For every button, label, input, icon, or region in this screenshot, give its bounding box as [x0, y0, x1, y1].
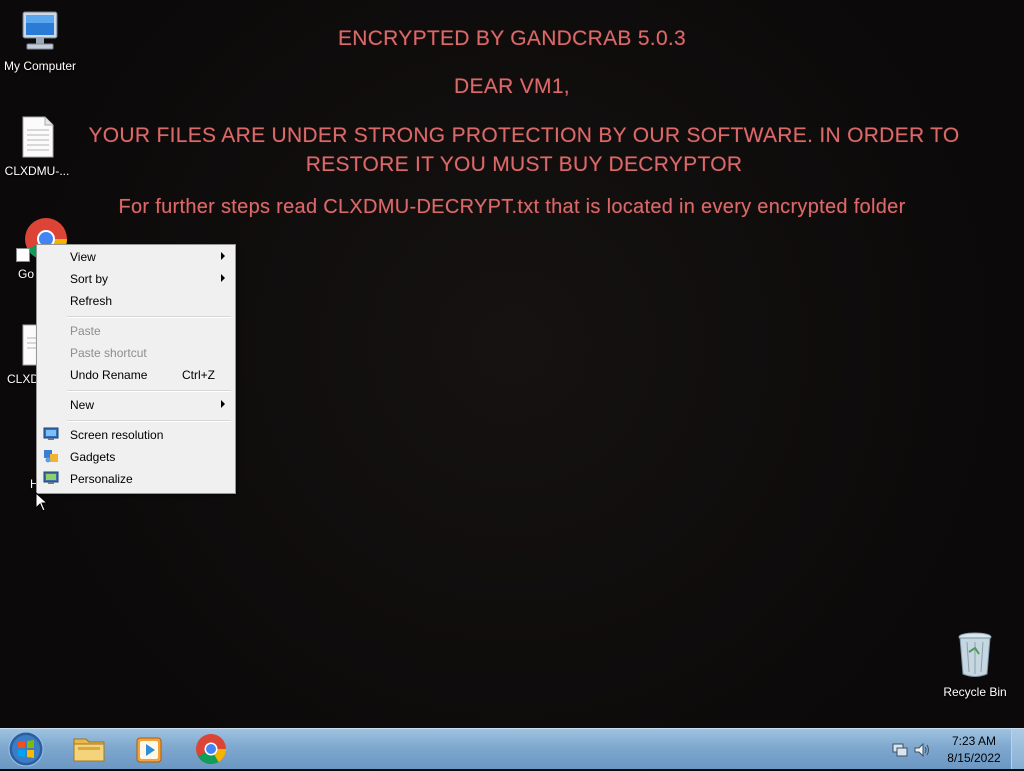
menu-item-undo-rename[interactable]: Undo Rename Ctrl+Z: [37, 364, 235, 386]
clock-date: 8/15/2022: [947, 751, 1001, 765]
taskbar: 7:23 AM 8/15/2022: [0, 728, 1024, 769]
menu-item-paste-shortcut[interactable]: Paste shortcut: [37, 342, 235, 364]
menu-item-new[interactable]: New: [37, 394, 235, 416]
chrome-icon: [196, 734, 226, 765]
start-button[interactable]: [6, 730, 46, 768]
submenu-arrow-icon: [221, 274, 225, 282]
taskbar-media-player-button[interactable]: [124, 731, 174, 767]
windows-explorer-icon: [73, 738, 105, 762]
menu-item-screen-resolution[interactable]: Screen resolution: [37, 424, 235, 446]
desktop-context-menu: View Sort by Refresh Paste Paste shortcu…: [36, 244, 236, 494]
submenu-arrow-icon: [221, 252, 225, 260]
menu-item-gadgets[interactable]: Gadgets: [37, 446, 235, 468]
network-icon[interactable]: [891, 741, 909, 759]
gadgets-icon: [44, 450, 58, 463]
recycle-bin-label: Recycle Bin: [943, 685, 1007, 699]
ransom-greeting: DEAR VM1,: [454, 75, 570, 98]
ransom-instructions: For further steps read CLXDMU-DECRYPT.tx…: [118, 196, 906, 218]
menu-item-refresh[interactable]: Refresh: [37, 290, 235, 312]
menu-item-view[interactable]: View: [37, 246, 235, 268]
menu-item-paste[interactable]: Paste: [37, 320, 235, 342]
recycle-bin-icon: [958, 632, 992, 677]
recycle-bin-desktop-icon[interactable]: Recycle Bin: [935, 630, 1015, 699]
taskbar-windows-explorer-button[interactable]: [64, 731, 114, 767]
menu-separator: [67, 316, 231, 318]
mouse-cursor-icon: [35, 492, 49, 512]
my-computer-label: My Computer: [3, 59, 77, 73]
personalize-icon: [43, 471, 59, 484]
menu-separator: [67, 420, 231, 422]
menu-item-sort-by[interactable]: Sort by: [37, 268, 235, 290]
shortcut-arrow-icon: [16, 248, 30, 262]
ransom-message: YOUR FILES ARE UNDER STRONG PROTECTION B…: [88, 124, 960, 176]
menu-item-personalize[interactable]: Personalize: [37, 468, 235, 490]
system-tray: [887, 739, 937, 761]
volume-icon[interactable]: [913, 741, 931, 759]
clock-time: 7:23 AM: [951, 734, 997, 748]
screen-resolution-icon: [43, 427, 59, 440]
show-desktop-button[interactable]: [1011, 729, 1024, 769]
taskbar-clock[interactable]: 7:23 AM 8/15/2022: [938, 733, 1010, 767]
ransom-title: ENCRYPTED BY GANDCRAB 5.0.3: [337, 27, 687, 50]
undo-rename-shortcut: Ctrl+Z: [182, 368, 215, 382]
media-player-icon: [136, 737, 162, 763]
submenu-arrow-icon: [221, 400, 225, 408]
menu-separator: [67, 390, 231, 392]
taskbar-chrome-button[interactable]: [186, 731, 236, 767]
